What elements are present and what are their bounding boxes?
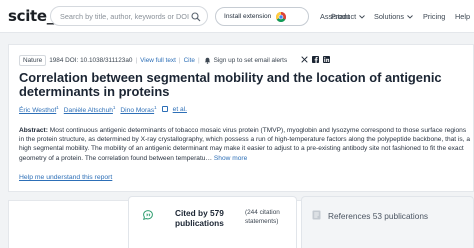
author-name: Éric Westhof [19,107,57,115]
author-link[interactable]: Éric Westhof1 [19,105,59,114]
nav-pricing-label: Pricing [423,12,446,21]
divider: | [197,56,200,64]
chevron-down-icon [407,14,413,19]
nav-help[interactable]: Help [455,12,470,21]
linkedin-icon[interactable] [323,56,330,63]
scite-logo[interactable]: scite_ [8,7,54,25]
divider: | [178,56,181,64]
search-input[interactable] [60,9,196,23]
author-list: Éric Westhof1 Danièle Altschuh1 Dino Mor… [19,105,187,114]
author-link[interactable]: Dino Moras1 [120,105,156,114]
search-box[interactable] [50,6,208,26]
nav-pricing[interactable]: Pricing [423,12,445,21]
journal-badge[interactable]: Nature [19,54,47,66]
author-name: Dino Moras [120,107,155,115]
email-alerts-link[interactable]: Sign up to set email alerts [214,57,288,64]
author-link[interactable]: Danièle Altschuh1 [64,105,116,114]
quote-bubble-icon [143,210,153,220]
et-al-link[interactable]: et al. [173,106,187,113]
twitter-icon[interactable] [301,56,308,63]
nav-solutions[interactable]: Solutions [374,12,413,21]
cite-link[interactable]: Cite [184,57,195,64]
bell-icon[interactable] [204,57,211,64]
references-count: References 53 publications [328,211,429,221]
article-card: Nature 1984 DOI: 10.1038/311123a0 | View… [8,44,474,192]
divider: | [135,56,138,64]
top-navigation-bar: scite_ Install extension Assistant Produ… [0,0,474,33]
citation-statements-count: (244 citation statements) [245,209,280,225]
chrome-icon [276,11,287,22]
install-extension-button[interactable]: Install extension [215,7,309,26]
chevron-down-icon [359,14,365,19]
show-more-link[interactable]: Show more [214,155,247,162]
nav-solutions-label: Solutions [374,12,405,21]
show-more-label: Show more [213,154,248,162]
abstract: Abstract: Most continuous antigenic dete… [19,126,471,163]
expand-authors-icon[interactable] [161,106,168,113]
help-understand-report-link[interactable]: Help me understand this report [19,174,112,181]
author-affiliation-marker: 1 [154,105,157,110]
document-icon [312,210,321,220]
author-affiliation-marker: 1 [112,105,116,110]
search-icon[interactable] [191,12,201,22]
article-meta-row: Nature 1984 DOI: 10.1038/311123a0 | View… [19,54,287,66]
share-icons [301,56,330,63]
tab-cited-by[interactable]: Cited by 579 publications (244 citation … [128,196,297,248]
nav-product-dropdown[interactable]: Product [331,12,365,21]
article-title: Correlation between segmental mobility a… [19,70,442,100]
install-extension-label: Install extension [224,13,272,20]
view-full-text-link[interactable]: View full text [140,57,176,64]
year-doi: 1984 DOI: 10.1038/311123a0 [49,56,133,64]
author-affiliation-marker: 1 [56,105,59,110]
nav-product-label: Product [331,12,357,21]
abstract-label: Abstract: [19,127,48,134]
facebook-icon[interactable] [312,56,319,63]
author-name: Danièle Altschuh [63,107,113,115]
cited-by-count: Cited by 579 publications [175,208,224,228]
tab-references[interactable]: References 53 publications [301,196,474,248]
nav-help-label: Help [455,12,471,21]
